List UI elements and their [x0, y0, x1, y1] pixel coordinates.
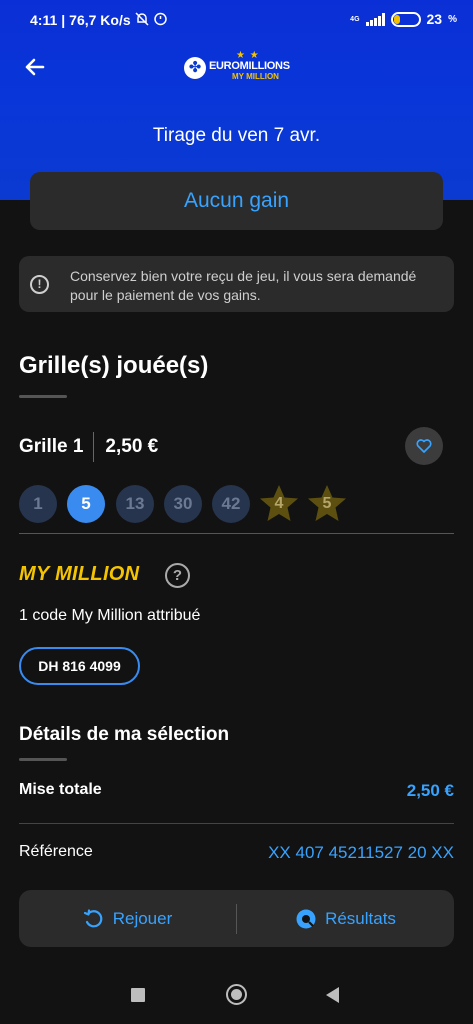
my-million-count: 1 code My Million attribué — [19, 607, 201, 624]
notice-text: Conservez bien votre reçu de jeu, il vou… — [70, 268, 417, 303]
details-title: Détails de ma sélection — [19, 724, 230, 745]
bell-off-icon — [135, 11, 149, 29]
replay-button[interactable]: Rejouer — [19, 890, 236, 947]
grid-header: Grille 1 2,50 € — [19, 432, 159, 462]
home-button[interactable] — [226, 984, 247, 1005]
detail-value: 2,50 € — [406, 781, 454, 800]
signal-icon — [365, 12, 385, 26]
grid-label: Grille 1 — [19, 436, 84, 457]
logo-brand: EUROMILLIONS — [209, 60, 290, 72]
status-time: 4:11 — [30, 12, 58, 28]
network-type: 4G — [350, 15, 360, 23]
battery-icon — [390, 11, 421, 27]
alarm-icon — [153, 11, 168, 29]
system-nav-bar — [0, 965, 473, 1024]
status-bar: 4:11 | 76,7 Ko/s 4G 23 % — [30, 11, 457, 29]
my-million-code: DH 816 4099 — [19, 647, 140, 685]
divider — [19, 533, 454, 534]
recents-button[interactable] — [131, 988, 145, 1002]
results-button[interactable]: Résultats — [237, 890, 454, 947]
number-ball: 1 — [19, 485, 57, 523]
favorite-button[interactable] — [405, 427, 443, 465]
help-icon[interactable]: ? — [165, 563, 190, 588]
heart-icon — [416, 439, 432, 453]
lucky-star: 5 — [305, 482, 349, 526]
grids-title-underline — [19, 395, 67, 398]
results-label: Résultats — [325, 908, 396, 928]
info-icon: ! — [30, 275, 49, 294]
battery-percent: 23 — [426, 11, 443, 27]
details-title-underline — [19, 758, 67, 761]
star-value: 5 — [322, 495, 332, 512]
grids-title: Grille(s) jouée(s) — [19, 352, 209, 379]
logo-sub: MY MILLION — [232, 72, 279, 81]
grid-price: 2,50 € — [105, 436, 159, 457]
number-ball: 42 — [212, 485, 250, 523]
replay-icon — [83, 908, 103, 927]
draw-title: Tirage du ven 7 avr. — [152, 125, 321, 146]
lucky-star: 4 — [257, 482, 301, 526]
back-arrow-icon[interactable] — [20, 52, 50, 82]
row-divider — [19, 823, 454, 824]
detail-value: XX 407 45211527 20 XX — [268, 843, 454, 862]
battery-unit: % — [448, 13, 457, 25]
status-speed: 76,7 Ko/s — [69, 12, 131, 28]
replay-label: Rejouer — [112, 908, 173, 928]
my-million-logo: MY MILLION — [19, 563, 140, 585]
system-back-button[interactable] — [326, 987, 339, 1003]
euromillions-logo: ★ ★ ✤ EUROMILLIONS MY MILLION — [184, 50, 294, 88]
result-banner: Aucun gain — [30, 172, 443, 230]
detail-label: Mise totale — [19, 781, 102, 798]
notice-box: ! Conservez bien votre reçu de jeu, il v… — [19, 256, 454, 312]
star-value: 4 — [274, 495, 284, 512]
detail-label: Référence — [19, 843, 93, 860]
number-ball: 30 — [164, 485, 202, 523]
results-icon — [296, 909, 316, 928]
clover-icon: ✤ — [184, 57, 206, 79]
number-ball: 5 — [67, 485, 105, 523]
number-ball: 13 — [116, 485, 154, 523]
bottom-action-bar: Rejouer Résultats — [19, 890, 454, 947]
